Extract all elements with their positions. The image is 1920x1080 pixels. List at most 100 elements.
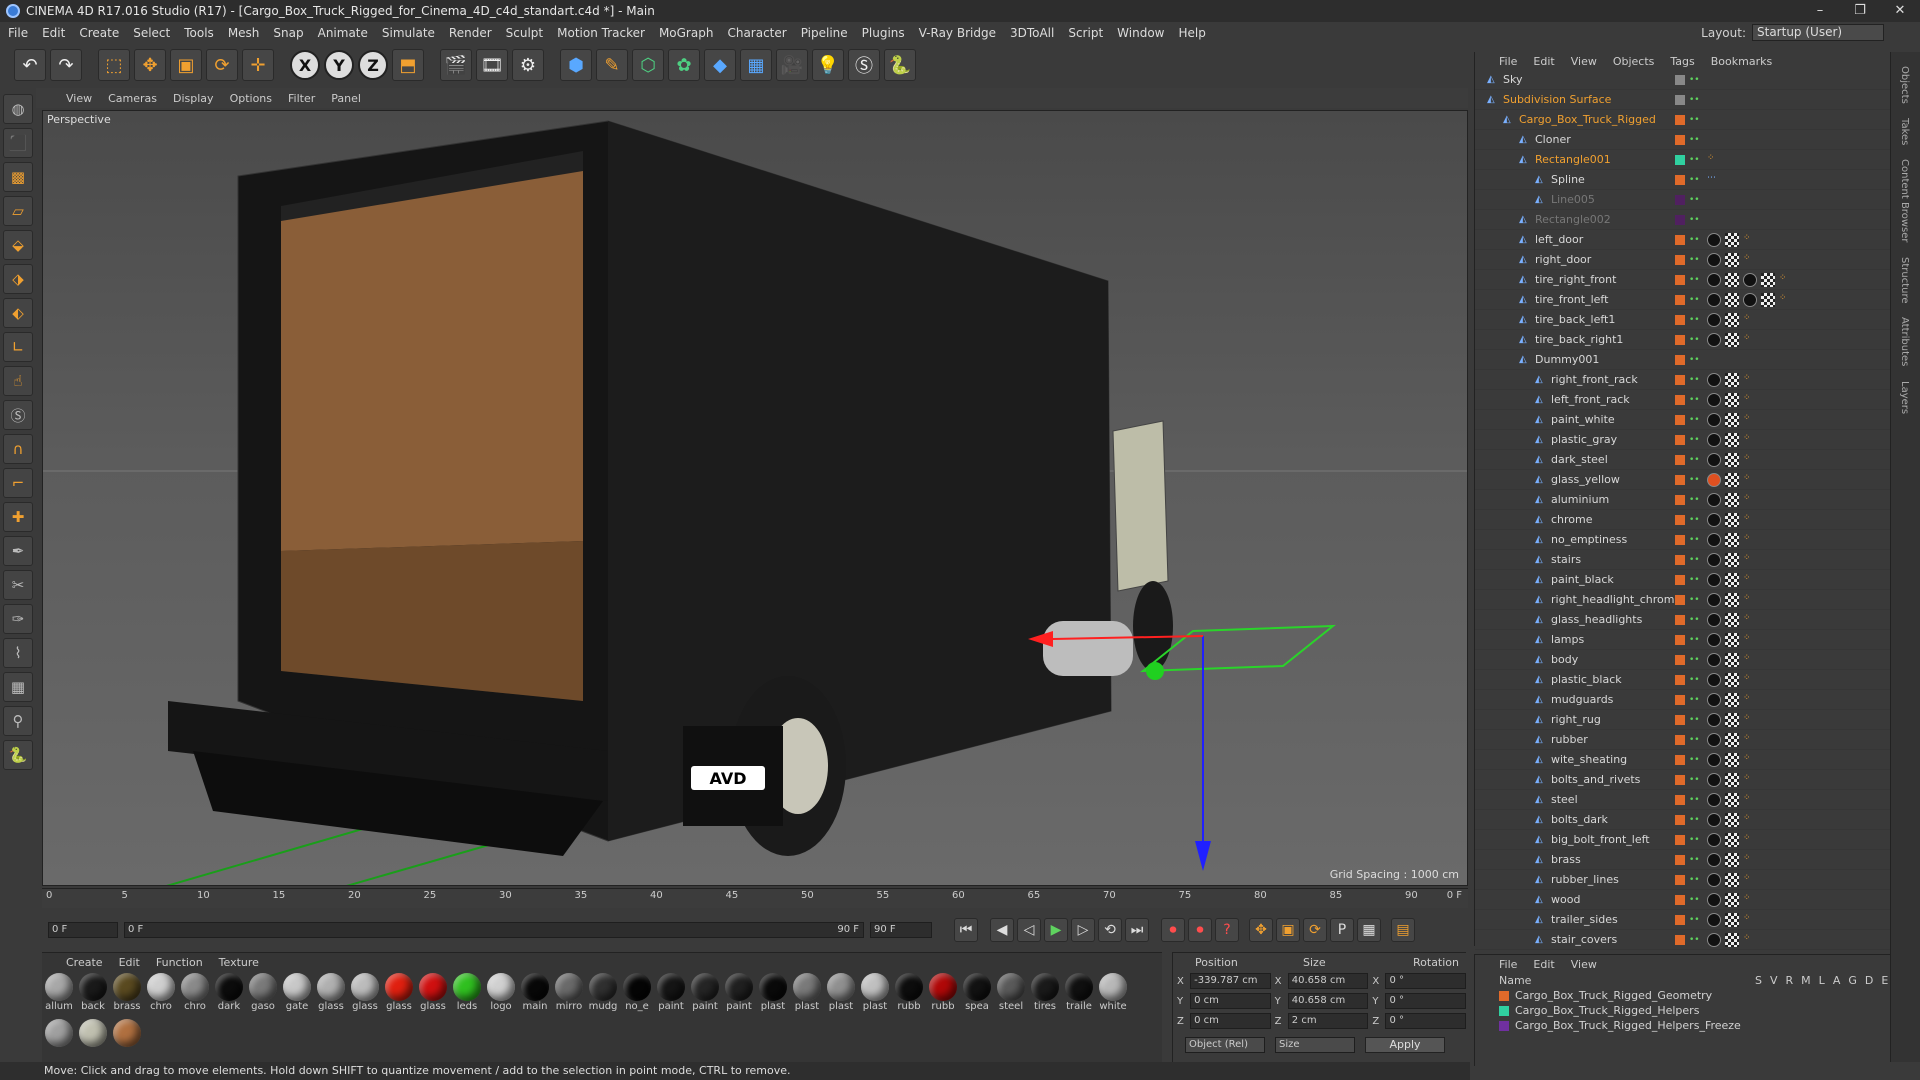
material-tag-icon[interactable] xyxy=(1707,473,1721,487)
menu-snap[interactable]: Snap xyxy=(273,26,303,40)
visibility-dots[interactable]: •• xyxy=(1689,195,1700,205)
object-row[interactable]: ◭ tire_right_front •• ⁘ xyxy=(1475,270,1890,290)
menu-plugins[interactable]: Plugins xyxy=(862,26,905,40)
material-swatch[interactable]: rubb xyxy=(892,971,926,1017)
layer-color-swatch[interactable] xyxy=(1675,194,1685,205)
visibility-dots[interactable]: •• xyxy=(1689,275,1700,285)
uvw-tag-icon[interactable] xyxy=(1725,253,1739,267)
visibility-dots[interactable]: •• xyxy=(1689,475,1700,485)
coord-size-field[interactable]: 40.658 cm xyxy=(1287,973,1369,989)
selection-tag-icon[interactable]: ⁘ xyxy=(1743,673,1751,683)
selection-tag-icon[interactable]: ⁘ xyxy=(1743,533,1751,543)
uvw-tag-icon[interactable] xyxy=(1725,293,1739,307)
uvw-tag-icon[interactable] xyxy=(1725,653,1739,667)
material-swatch[interactable]: paint xyxy=(654,971,688,1017)
material-tag-icon[interactable] xyxy=(1707,673,1721,687)
material-swatch[interactable]: main xyxy=(518,971,552,1017)
visibility-dots[interactable]: •• xyxy=(1689,595,1700,605)
uvw-tag-icon[interactable] xyxy=(1725,713,1739,727)
layer-color-swatch[interactable] xyxy=(1675,254,1685,265)
selection-tag-icon[interactable]: ⁘ xyxy=(1743,813,1751,823)
layer-row[interactable]: Cargo_Box_Truck_Rigged_Helpers xyxy=(1475,1003,1890,1018)
key-position-icon[interactable]: ✥ xyxy=(1249,918,1273,942)
layer-color-swatch[interactable] xyxy=(1675,934,1685,945)
material-tag-icon[interactable] xyxy=(1707,753,1721,767)
selection-tag-icon[interactable]: ⁘ xyxy=(1743,713,1751,723)
uvw-tag-icon[interactable] xyxy=(1725,273,1739,287)
key-scale-icon[interactable]: ▣ xyxy=(1276,918,1300,942)
object-row[interactable]: ◭ Subdivision Surface •• xyxy=(1475,90,1890,110)
coord-mode-dropdown[interactable]: Object (Rel) xyxy=(1185,1037,1265,1053)
material-tag-icon[interactable] xyxy=(1707,793,1721,807)
layer-color-swatch[interactable] xyxy=(1675,214,1685,225)
object-row[interactable]: ◭ tire_front_left •• ⁘ xyxy=(1475,290,1890,310)
visibility-dots[interactable]: •• xyxy=(1689,555,1700,565)
selection-tag-icon[interactable]: ⁘ xyxy=(1743,733,1751,743)
y-axis-lock-icon[interactable]: Y xyxy=(324,50,354,80)
uvw-tag-icon[interactable] xyxy=(1725,813,1739,827)
visibility-dots[interactable]: •• xyxy=(1689,95,1700,105)
visibility-dots[interactable]: •• xyxy=(1689,115,1700,125)
material-tag-icon[interactable] xyxy=(1707,493,1721,507)
autokey-icon[interactable]: ⏺ xyxy=(1188,918,1212,942)
object-menu-file[interactable]: File xyxy=(1499,55,1517,68)
viewport-menu-options[interactable]: Options xyxy=(230,92,272,105)
render-view-icon[interactable]: 🎬 xyxy=(440,49,472,81)
uvw-tag-icon[interactable] xyxy=(1725,793,1739,807)
visibility-dots[interactable]: •• xyxy=(1689,855,1700,865)
selection-tag-icon[interactable]: ⁘ xyxy=(1743,933,1751,943)
coord-rot-field[interactable]: 0 ° xyxy=(1385,1013,1467,1029)
material-tag-icon[interactable] xyxy=(1707,533,1721,547)
pen-spline-icon[interactable]: ✎ xyxy=(596,49,628,81)
viewport-menu-filter[interactable]: Filter xyxy=(288,92,315,105)
visibility-dots[interactable]: •• xyxy=(1689,455,1700,465)
play-icon[interactable]: ▶ xyxy=(1044,918,1068,942)
object-row[interactable]: ◭ Rectangle002 •• xyxy=(1475,210,1890,230)
side-tab-attributes[interactable]: Attributes xyxy=(1899,317,1910,366)
material-tag-icon[interactable] xyxy=(1707,833,1721,847)
coord-rot-field[interactable]: 0 ° xyxy=(1385,993,1467,1009)
record-icon[interactable]: ⏺ xyxy=(1161,918,1185,942)
selection-tag-icon[interactable]: ⁘ xyxy=(1743,633,1751,643)
material-swatch[interactable]: plast xyxy=(756,971,790,1017)
uvw-tag-icon[interactable] xyxy=(1725,413,1739,427)
uvw-tag-icon[interactable] xyxy=(1725,433,1739,447)
object-row[interactable]: ◭ brass •• ⁘ xyxy=(1475,850,1890,870)
object-row[interactable]: ◭ trailer_sides •• ⁘ xyxy=(1475,910,1890,930)
spline-tag-icon[interactable]: ⋯ xyxy=(1707,173,1716,183)
visibility-dots[interactable]: •• xyxy=(1689,755,1700,765)
uvw-tag-icon[interactable] xyxy=(1725,453,1739,467)
uvw-tag-icon[interactable] xyxy=(1725,693,1739,707)
render-settings-icon[interactable]: ⚙ xyxy=(512,49,544,81)
object-menu-bookmarks[interactable]: Bookmarks xyxy=(1711,55,1772,68)
material-swatch[interactable]: paint xyxy=(722,971,756,1017)
material-tag-icon[interactable] xyxy=(1743,273,1757,287)
layer-row[interactable]: Cargo_Box_Truck_Rigged_Geometry xyxy=(1475,988,1890,1003)
material-tag-icon[interactable] xyxy=(1707,453,1721,467)
layer-color-swatch[interactable] xyxy=(1675,754,1685,765)
layer-color-swatch[interactable] xyxy=(1675,694,1685,705)
uvw-tag-icon[interactable] xyxy=(1725,493,1739,507)
material-tag-icon[interactable] xyxy=(1707,853,1721,867)
floor-icon[interactable]: ▦ xyxy=(740,49,772,81)
material-tag-icon[interactable] xyxy=(1707,233,1721,247)
material-swatch[interactable]: paint xyxy=(688,971,722,1017)
polygons-mode-icon[interactable]: ⬖ xyxy=(3,298,33,328)
material-swatch[interactable]: back xyxy=(76,971,110,1017)
uvw-tag-icon[interactable] xyxy=(1725,613,1739,627)
uvw-tag-icon[interactable] xyxy=(1725,893,1739,907)
uvw-tag-icon[interactable] xyxy=(1761,293,1775,307)
visibility-dots[interactable]: •• xyxy=(1689,715,1700,725)
selection-tag-icon[interactable]: ⁘ xyxy=(1743,833,1751,843)
uvw-tag-icon[interactable] xyxy=(1725,913,1739,927)
visibility-dots[interactable]: •• xyxy=(1689,655,1700,665)
object-row[interactable]: ◭ left_door •• ⁘ xyxy=(1475,230,1890,250)
visibility-dots[interactable]: •• xyxy=(1689,335,1700,345)
selection-tag-icon[interactable]: ⁘ xyxy=(1743,853,1751,863)
material-menu-create[interactable]: Create xyxy=(66,956,103,969)
menu-render[interactable]: Render xyxy=(449,26,492,40)
selection-tag-icon[interactable]: ⁘ xyxy=(1743,313,1751,323)
material-swatch[interactable]: brass xyxy=(110,971,144,1017)
material-tag-icon[interactable] xyxy=(1707,513,1721,527)
loop-icon[interactable]: ⟲ xyxy=(1098,918,1122,942)
